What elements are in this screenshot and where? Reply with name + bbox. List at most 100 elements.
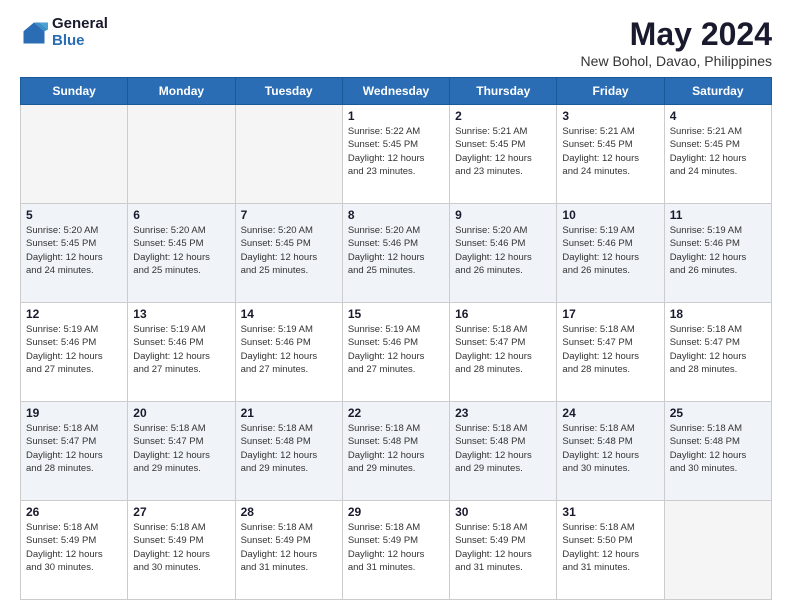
col-tuesday: Tuesday bbox=[235, 78, 342, 105]
title-block: May 2024 New Bohol, Davao, Philippines bbox=[581, 16, 772, 69]
calendar-day: 22 Sunrise: 5:18 AM Sunset: 5:48 PM Dayli… bbox=[342, 402, 449, 501]
day-info: Sunrise: 5:20 AM Sunset: 5:45 PM Dayligh… bbox=[26, 224, 122, 277]
page: General Blue May 2024 New Bohol, Davao, … bbox=[0, 0, 792, 612]
day-number: 22 bbox=[348, 406, 444, 420]
day-info: Sunrise: 5:18 AM Sunset: 5:49 PM Dayligh… bbox=[241, 521, 337, 574]
calendar-week-3: 12 Sunrise: 5:19 AM Sunset: 5:46 PM Dayli… bbox=[21, 303, 772, 402]
day-info: Sunrise: 5:20 AM Sunset: 5:45 PM Dayligh… bbox=[241, 224, 337, 277]
calendar-day: 20 Sunrise: 5:18 AM Sunset: 5:47 PM Dayli… bbox=[128, 402, 235, 501]
calendar-day: 17 Sunrise: 5:18 AM Sunset: 5:47 PM Dayli… bbox=[557, 303, 664, 402]
day-number: 14 bbox=[241, 307, 337, 321]
day-number: 29 bbox=[348, 505, 444, 519]
day-number: 17 bbox=[562, 307, 658, 321]
day-info: Sunrise: 5:19 AM Sunset: 5:46 PM Dayligh… bbox=[562, 224, 658, 277]
day-number: 15 bbox=[348, 307, 444, 321]
calendar-day: 30Sunrise: 5:18 AM Sunset: 5:49 PM Dayli… bbox=[450, 501, 557, 600]
calendar-day: 13 Sunrise: 5:19 AM Sunset: 5:46 PM Dayli… bbox=[128, 303, 235, 402]
day-number: 16 bbox=[455, 307, 551, 321]
day-number: 13 bbox=[133, 307, 229, 321]
subtitle: New Bohol, Davao, Philippines bbox=[581, 53, 772, 69]
day-number: 12 bbox=[26, 307, 122, 321]
logo-text: General Blue bbox=[52, 16, 108, 49]
day-info: Sunrise: 5:19 AM Sunset: 5:46 PM Dayligh… bbox=[348, 323, 444, 376]
calendar-day: 28 Sunrise: 5:18 AM Sunset: 5:49 PM Dayli… bbox=[235, 501, 342, 600]
day-info: Sunrise: 5:18 AM Sunset: 5:48 PM Dayligh… bbox=[562, 422, 658, 475]
calendar-week-1: 1Sunrise: 5:22 AM Sunset: 5:45 PM Daylig… bbox=[21, 105, 772, 204]
col-saturday: Saturday bbox=[664, 78, 771, 105]
calendar-day: 31 Sunrise: 5:18 AM Sunset: 5:50 PM Dayli… bbox=[557, 501, 664, 600]
calendar-day: 26 Sunrise: 5:18 AM Sunset: 5:49 PM Dayli… bbox=[21, 501, 128, 600]
day-number: 9 bbox=[455, 208, 551, 222]
day-number: 27 bbox=[133, 505, 229, 519]
day-number: 3 bbox=[562, 109, 658, 123]
col-wednesday: Wednesday bbox=[342, 78, 449, 105]
day-info: Sunrise: 5:18 AM Sunset: 5:48 PM Dayligh… bbox=[455, 422, 551, 475]
day-number: 26 bbox=[26, 505, 122, 519]
day-info: Sunrise: 5:21 AM Sunset: 5:45 PM Dayligh… bbox=[562, 125, 658, 178]
day-info: Sunrise: 5:21 AM Sunset: 5:45 PM Dayligh… bbox=[455, 125, 551, 178]
calendar-day: 27 Sunrise: 5:18 AM Sunset: 5:49 PM Dayli… bbox=[128, 501, 235, 600]
day-number: 5 bbox=[26, 208, 122, 222]
day-number: 25 bbox=[670, 406, 766, 420]
calendar-day: 2 Sunrise: 5:21 AM Sunset: 5:45 PM Daylig… bbox=[450, 105, 557, 204]
calendar-day: 29 Sunrise: 5:18 AM Sunset: 5:49 PM Dayli… bbox=[342, 501, 449, 600]
main-title: May 2024 bbox=[581, 16, 772, 53]
calendar-day bbox=[664, 501, 771, 600]
day-number: 21 bbox=[241, 406, 337, 420]
day-info: Sunrise: 5:20 AM Sunset: 5:46 PM Dayligh… bbox=[455, 224, 551, 277]
day-info: Sunrise: 5:21 AM Sunset: 5:45 PM Dayligh… bbox=[670, 125, 766, 178]
day-info: Sunrise: 5:18 AM Sunset: 5:50 PM Dayligh… bbox=[562, 521, 658, 574]
day-number: 10 bbox=[562, 208, 658, 222]
calendar-table: Sunday Monday Tuesday Wednesday Thursday… bbox=[20, 77, 772, 600]
day-info: Sunrise: 5:19 AM Sunset: 5:46 PM Dayligh… bbox=[133, 323, 229, 376]
day-info: Sunrise: 5:20 AM Sunset: 5:46 PM Dayligh… bbox=[348, 224, 444, 277]
calendar-week-2: 5 Sunrise: 5:20 AM Sunset: 5:45 PM Daylig… bbox=[21, 204, 772, 303]
logo: General Blue bbox=[20, 16, 108, 49]
day-info: Sunrise: 5:18 AM Sunset: 5:47 PM Dayligh… bbox=[562, 323, 658, 376]
day-number: 4 bbox=[670, 109, 766, 123]
day-number: 19 bbox=[26, 406, 122, 420]
day-number: 30 bbox=[455, 505, 551, 519]
day-info: Sunrise: 5:19 AM Sunset: 5:46 PM Dayligh… bbox=[26, 323, 122, 376]
day-info: Sunrise: 5:18 AM Sunset: 5:49 PM Dayligh… bbox=[26, 521, 122, 574]
day-number: 20 bbox=[133, 406, 229, 420]
calendar-day: 12 Sunrise: 5:19 AM Sunset: 5:46 PM Dayli… bbox=[21, 303, 128, 402]
calendar-day bbox=[128, 105, 235, 204]
day-number: 18 bbox=[670, 307, 766, 321]
day-number: 23 bbox=[455, 406, 551, 420]
calendar-day: 6Sunrise: 5:20 AM Sunset: 5:45 PM Daylig… bbox=[128, 204, 235, 303]
day-info: Sunrise: 5:18 AM Sunset: 5:47 PM Dayligh… bbox=[455, 323, 551, 376]
calendar-day: 23 Sunrise: 5:18 AM Sunset: 5:48 PM Dayli… bbox=[450, 402, 557, 501]
calendar-day: 3 Sunrise: 5:21 AM Sunset: 5:45 PM Daylig… bbox=[557, 105, 664, 204]
day-number: 24 bbox=[562, 406, 658, 420]
calendar-day: 11Sunrise: 5:19 AM Sunset: 5:46 PM Dayli… bbox=[664, 204, 771, 303]
calendar-day: 19 Sunrise: 5:18 AM Sunset: 5:47 PM Dayli… bbox=[21, 402, 128, 501]
day-info: Sunrise: 5:19 AM Sunset: 5:46 PM Dayligh… bbox=[241, 323, 337, 376]
logo-icon bbox=[20, 19, 48, 47]
calendar-day: 14 Sunrise: 5:19 AM Sunset: 5:46 PM Dayli… bbox=[235, 303, 342, 402]
col-sunday: Sunday bbox=[21, 78, 128, 105]
day-info: Sunrise: 5:18 AM Sunset: 5:47 PM Dayligh… bbox=[26, 422, 122, 475]
logo-general-text: General bbox=[52, 16, 108, 33]
day-number: 31 bbox=[562, 505, 658, 519]
header: General Blue May 2024 New Bohol, Davao, … bbox=[20, 16, 772, 69]
calendar-week-4: 19 Sunrise: 5:18 AM Sunset: 5:47 PM Dayli… bbox=[21, 402, 772, 501]
day-info: Sunrise: 5:18 AM Sunset: 5:47 PM Dayligh… bbox=[133, 422, 229, 475]
col-thursday: Thursday bbox=[450, 78, 557, 105]
day-info: Sunrise: 5:22 AM Sunset: 5:45 PM Dayligh… bbox=[348, 125, 444, 178]
day-number: 2 bbox=[455, 109, 551, 123]
day-number: 6 bbox=[133, 208, 229, 222]
calendar-day: 18Sunrise: 5:18 AM Sunset: 5:47 PM Dayli… bbox=[664, 303, 771, 402]
day-info: Sunrise: 5:18 AM Sunset: 5:48 PM Dayligh… bbox=[348, 422, 444, 475]
logo-blue-text: Blue bbox=[52, 33, 108, 50]
calendar-day: 8Sunrise: 5:20 AM Sunset: 5:46 PM Daylig… bbox=[342, 204, 449, 303]
day-info: Sunrise: 5:18 AM Sunset: 5:49 PM Dayligh… bbox=[348, 521, 444, 574]
day-info: Sunrise: 5:18 AM Sunset: 5:49 PM Dayligh… bbox=[133, 521, 229, 574]
calendar-day: 15 Sunrise: 5:19 AM Sunset: 5:46 PM Dayli… bbox=[342, 303, 449, 402]
day-info: Sunrise: 5:18 AM Sunset: 5:48 PM Dayligh… bbox=[241, 422, 337, 475]
day-number: 7 bbox=[241, 208, 337, 222]
col-friday: Friday bbox=[557, 78, 664, 105]
calendar-week-5: 26 Sunrise: 5:18 AM Sunset: 5:49 PM Dayli… bbox=[21, 501, 772, 600]
calendar-day: 16 Sunrise: 5:18 AM Sunset: 5:47 PM Dayli… bbox=[450, 303, 557, 402]
day-number: 28 bbox=[241, 505, 337, 519]
